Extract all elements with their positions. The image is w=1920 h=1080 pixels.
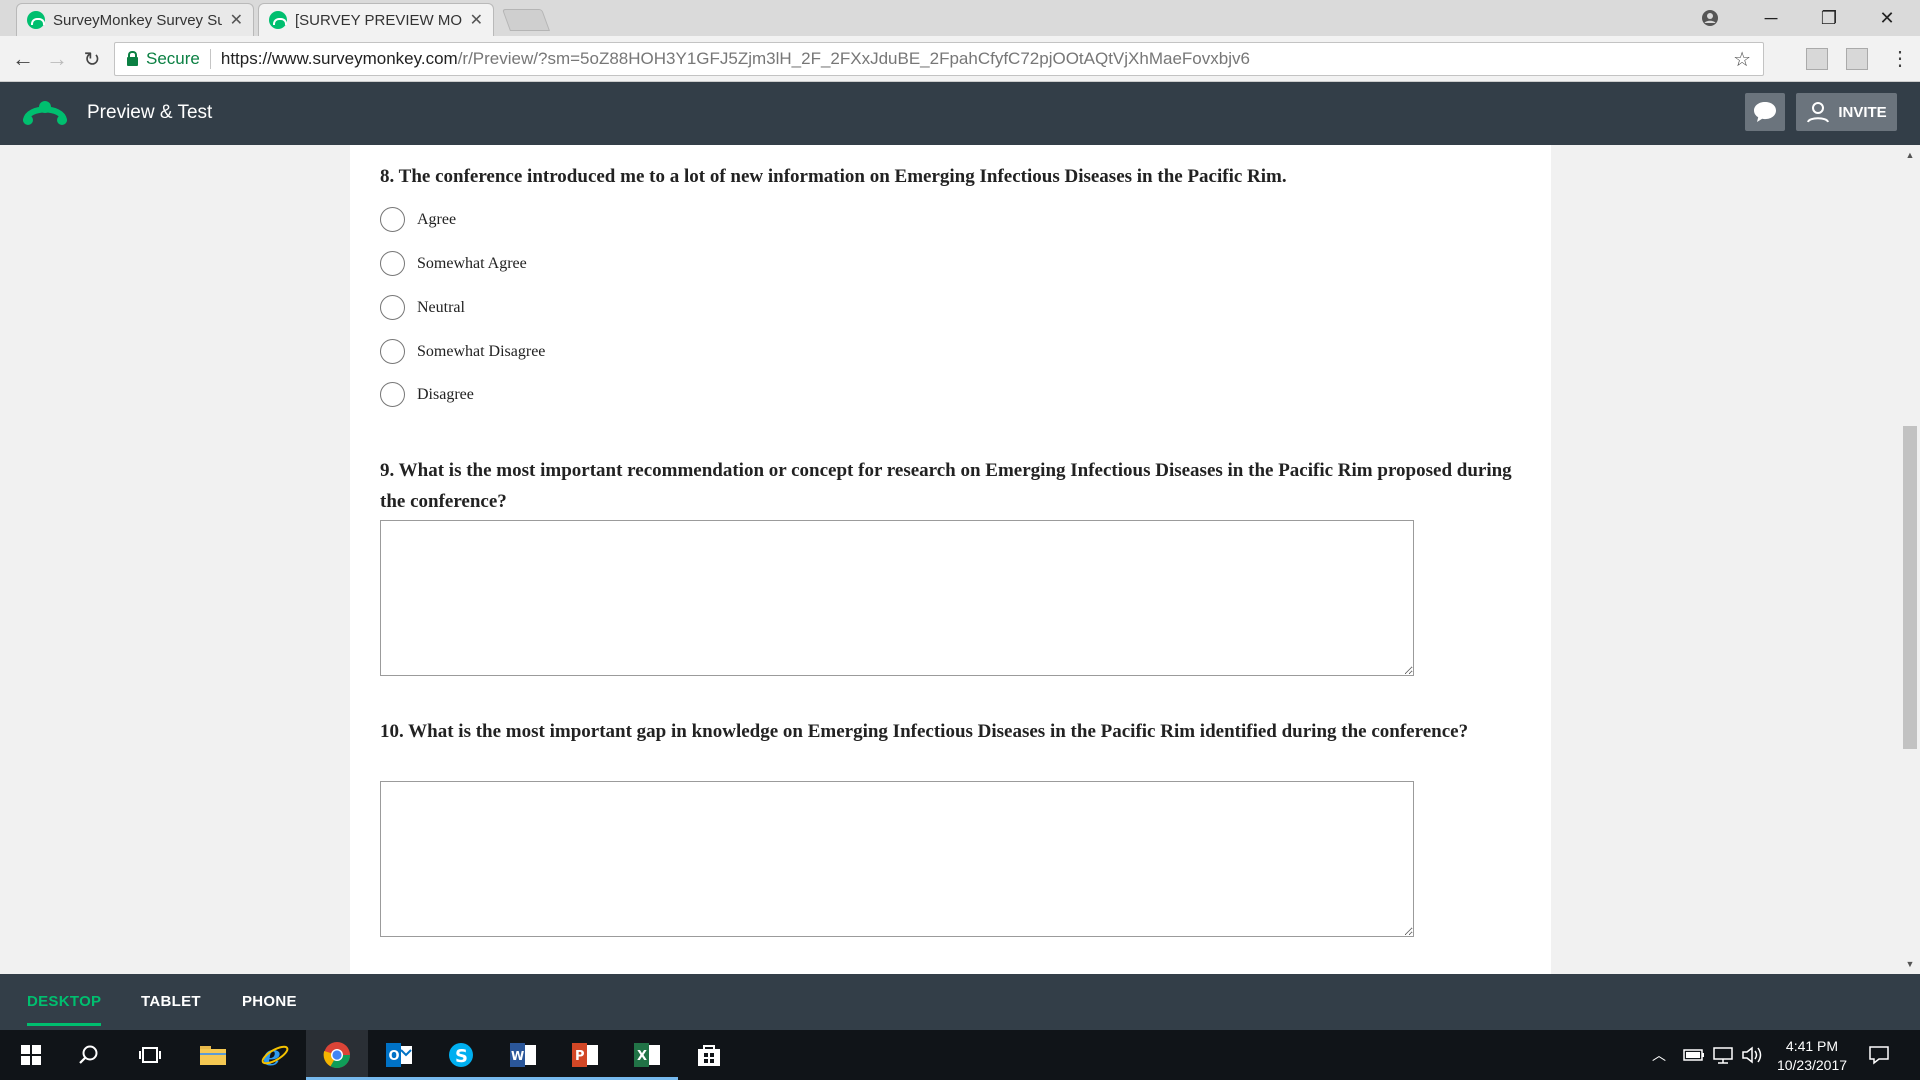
- invite-label: INVITE: [1838, 103, 1887, 121]
- chrome-icon[interactable]: [306, 1030, 368, 1080]
- app-header: Preview & Test INVITE: [0, 82, 1920, 145]
- store-icon[interactable]: [678, 1030, 740, 1080]
- tab-phone[interactable]: PHONE: [242, 993, 297, 1010]
- choice-agree[interactable]: Agree: [380, 207, 456, 232]
- close-tab-icon[interactable]: ✕: [230, 10, 243, 30]
- choice-somewhat-agree[interactable]: Somewhat Agree: [380, 251, 527, 276]
- user-icon: [1807, 102, 1830, 123]
- question-10-answer-textarea[interactable]: [380, 781, 1414, 937]
- url-path: /r/Preview/?sm=5oZ88HOH3Y1GFJ5Zjm3lH_2F_…: [457, 49, 1250, 68]
- close-window-icon[interactable]: ✕: [1858, 0, 1916, 36]
- clock-time: 4:41 PM: [1785, 1038, 1839, 1054]
- question-9-title: 9. What is the most important recommenda…: [380, 460, 1512, 512]
- radio-button[interactable]: [380, 339, 405, 364]
- choice-label: Agree: [417, 210, 457, 228]
- internet-explorer-icon[interactable]: e: [244, 1030, 306, 1080]
- choice-disagree[interactable]: Disagree: [380, 382, 474, 407]
- scroll-down-arrow-icon[interactable]: ▼: [1900, 956, 1920, 972]
- choice-neutral[interactable]: Neutral: [380, 295, 465, 320]
- svg-text:P: P: [575, 1049, 585, 1064]
- radio-button[interactable]: [380, 251, 405, 276]
- surveymonkey-favicon-icon: [269, 11, 287, 29]
- browser-menu-icon[interactable]: ⋮: [1890, 46, 1910, 71]
- browser-toolbar: ← → ↻ Secure https://www.surveymonkey.co…: [0, 36, 1920, 82]
- action-center-icon[interactable]: [1868, 1030, 1890, 1080]
- forward-arrow-icon[interactable]: →: [42, 44, 72, 74]
- skype-icon[interactable]: S: [430, 1030, 492, 1080]
- file-explorer-icon[interactable]: [182, 1030, 244, 1080]
- outlook-icon[interactable]: O: [368, 1030, 430, 1080]
- survey-scroll-area: 8. The conference introduced me to a lot…: [0, 145, 1900, 974]
- browser-tab-strip: SurveyMonkey Survey Su ✕ [SURVEY PREVIEW…: [0, 0, 1920, 36]
- extension-icon[interactable]: [1806, 48, 1828, 70]
- tray-chevron-up-icon[interactable]: ︿: [1652, 1030, 1666, 1080]
- reload-icon[interactable]: ↻: [77, 44, 107, 74]
- tab-tablet[interactable]: TABLET: [141, 993, 201, 1010]
- choice-label: Somewhat Disagree: [417, 342, 546, 360]
- scroll-up-arrow-icon[interactable]: ▲: [1900, 147, 1920, 163]
- svg-text:W: W: [511, 1049, 524, 1063]
- device-preview-bar: DESKTOP TABLET PHONE: [0, 974, 1920, 1030]
- speech-bubble-icon: [1754, 102, 1776, 122]
- windows-start-icon[interactable]: [0, 1030, 62, 1080]
- radio-button[interactable]: [380, 382, 405, 407]
- battery-icon[interactable]: [1683, 1030, 1705, 1080]
- address-bar[interactable]: Secure https://www.surveymonkey.com/r/Pr…: [114, 42, 1764, 76]
- vertical-scrollbar[interactable]: ▲ ▼: [1900, 145, 1920, 974]
- tab-desktop[interactable]: DESKTOP: [27, 993, 102, 1026]
- question-10-title: 10. What is the most important gap in kn…: [380, 721, 1469, 742]
- back-arrow-icon[interactable]: ←: [8, 44, 38, 74]
- svg-text:O: O: [389, 1049, 400, 1064]
- browser-tab-title: SurveyMonkey Survey Su: [53, 11, 222, 29]
- divider: [209, 49, 211, 69]
- powerpoint-icon[interactable]: P: [554, 1030, 616, 1080]
- browser-tab-title: [SURVEY PREVIEW MODE: [295, 11, 462, 29]
- radio-button[interactable]: [380, 207, 405, 232]
- invite-button[interactable]: INVITE: [1796, 93, 1897, 131]
- question-9-answer-textarea[interactable]: [380, 520, 1414, 676]
- clock-date: 10/23/2017: [1776, 1057, 1848, 1073]
- question-8-title: 8. The conference introduced me to a lot…: [380, 166, 1287, 187]
- svg-text:X: X: [637, 1049, 647, 1064]
- survey-page: 8. The conference introduced me to a lot…: [350, 145, 1551, 974]
- restore-window-icon[interactable]: ❐: [1800, 0, 1858, 36]
- page-title: Preview & Test: [87, 102, 213, 123]
- comments-button[interactable]: [1745, 93, 1785, 131]
- choice-label: Neutral: [417, 298, 465, 316]
- search-icon[interactable]: [58, 1030, 120, 1080]
- task-view-icon[interactable]: [119, 1030, 181, 1080]
- radio-button[interactable]: [380, 295, 405, 320]
- close-tab-icon[interactable]: ✕: [470, 10, 483, 30]
- surveymonkey-logo-icon[interactable]: [22, 98, 68, 128]
- url-host: https://www.surveymonkey.com: [220, 49, 458, 68]
- choice-somewhat-disagree[interactable]: Somewhat Disagree: [380, 339, 545, 364]
- choice-label: Somewhat Agree: [417, 254, 527, 272]
- scrollbar-thumb[interactable]: [1903, 426, 1917, 749]
- minimize-window-icon[interactable]: ─: [1742, 0, 1800, 36]
- svg-text:S: S: [455, 1046, 468, 1067]
- word-icon[interactable]: W: [492, 1030, 554, 1080]
- extension-icon[interactable]: [1846, 48, 1868, 70]
- choice-label: Disagree: [417, 385, 474, 403]
- excel-icon[interactable]: X: [616, 1030, 678, 1080]
- browser-tab-active[interactable]: [SURVEY PREVIEW MODE ✕: [258, 3, 494, 36]
- bookmark-star-icon[interactable]: ☆: [1733, 47, 1751, 72]
- new-tab-button[interactable]: [501, 9, 551, 31]
- windows-taskbar: e O S W P X ︿ 4:41 PM 10/23/2017: [0, 1030, 1920, 1080]
- taskbar-clock[interactable]: 4:41 PM 10/23/2017: [1770, 1037, 1854, 1075]
- volume-icon[interactable]: [1741, 1030, 1763, 1080]
- profile-icon[interactable]: [1681, 0, 1739, 36]
- secure-label: Secure: [146, 49, 200, 68]
- lock-icon: [127, 50, 138, 66]
- browser-tab[interactable]: SurveyMonkey Survey Su ✕: [16, 3, 254, 36]
- surveymonkey-favicon-icon: [27, 11, 45, 29]
- network-icon[interactable]: [1712, 1030, 1734, 1080]
